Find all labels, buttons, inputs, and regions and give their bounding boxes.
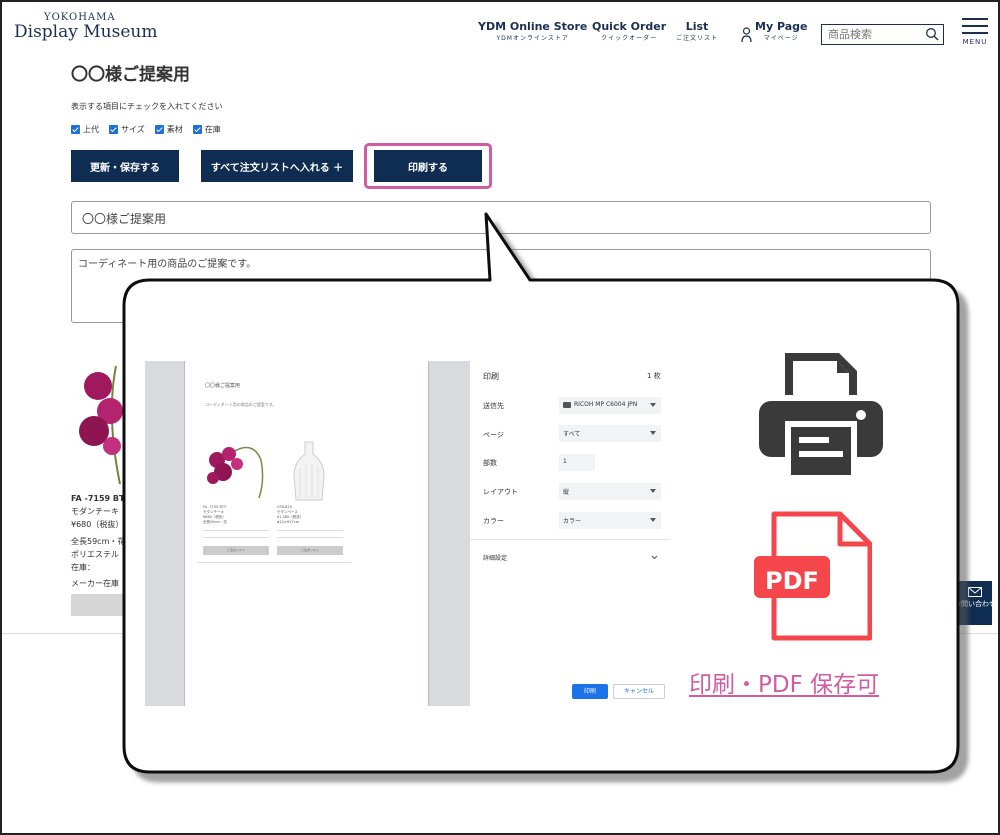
- preview-description: コーディネート用の商品のご提案です。: [205, 402, 277, 407]
- chevron-down-icon[interactable]: [651, 555, 658, 560]
- print-page-count: 1 枚: [647, 372, 661, 380]
- preview-add-button: ご注文リスト: [203, 546, 269, 555]
- preview-item-1-text: FA -7159 BTY モダンチーキ ¥680（税抜） 全長59cm・花: [203, 505, 227, 525]
- print-pdf-caption: 印刷・PDF 保存可: [689, 672, 880, 698]
- chevron-down-icon: [650, 431, 656, 435]
- dialog-print-button[interactable]: 印刷: [572, 684, 608, 699]
- preview-item-2-text: CFB-825 モダンベース ¥1,280（税抜） φ12×H27cm: [277, 505, 303, 525]
- layout-select[interactable]: 縦: [559, 483, 661, 500]
- color-select[interactable]: カラー: [559, 512, 661, 529]
- print-dialog-illustration: 〇〇様ご提案用 コーディネート用の商品のご提案です。 FA -7159 BTY …: [0, 0, 1000, 835]
- preview-line: [203, 530, 269, 531]
- preview-add-button: ご注文リスト: [277, 546, 343, 555]
- chevron-down-icon: [650, 489, 656, 493]
- copies-value: 1: [563, 458, 567, 465]
- layout-value: 縦: [563, 489, 570, 496]
- pages-label: ページ: [483, 431, 504, 439]
- destination-value: RICOH MP C6004 JPN: [574, 401, 638, 408]
- preview-title: 〇〇様ご提案用: [205, 383, 241, 389]
- advanced-settings-toggle[interactable]: 詳細設定: [483, 553, 507, 562]
- preview-line: [277, 537, 343, 538]
- destination-select[interactable]: RICOH MP C6004 JPN: [559, 397, 661, 414]
- pages-select[interactable]: すべて: [559, 425, 661, 442]
- preview-orchid-image: [207, 446, 264, 499]
- destination-label: 送信先: [483, 402, 504, 410]
- chevron-down-icon: [650, 518, 656, 522]
- chevron-down-icon: [650, 403, 656, 407]
- dialog-cancel-button[interactable]: キャンセル: [613, 684, 665, 699]
- preview-item-size: φ12×H27cm: [277, 520, 300, 524]
- preview-item-size: 全長59cm・花: [203, 520, 227, 524]
- color-value: カラー: [563, 518, 582, 525]
- color-label: カラー: [483, 517, 504, 525]
- preview-line: [197, 562, 351, 563]
- copies-label: 部数: [483, 459, 497, 467]
- preview-line: [277, 530, 343, 531]
- settings-divider: [470, 539, 670, 540]
- print-dialog-title: 印刷: [483, 372, 499, 381]
- print-preview-page: [184, 361, 429, 706]
- printer-icon: [759, 353, 883, 479]
- printer-small-icon: [563, 401, 571, 408]
- layout-label: レイアウト: [483, 488, 518, 496]
- pdf-label: PDF: [765, 567, 819, 595]
- copies-input[interactable]: 1: [559, 454, 595, 471]
- preview-vase-image: [293, 441, 325, 501]
- pages-value: すべて: [563, 431, 581, 438]
- preview-line: [203, 537, 269, 538]
